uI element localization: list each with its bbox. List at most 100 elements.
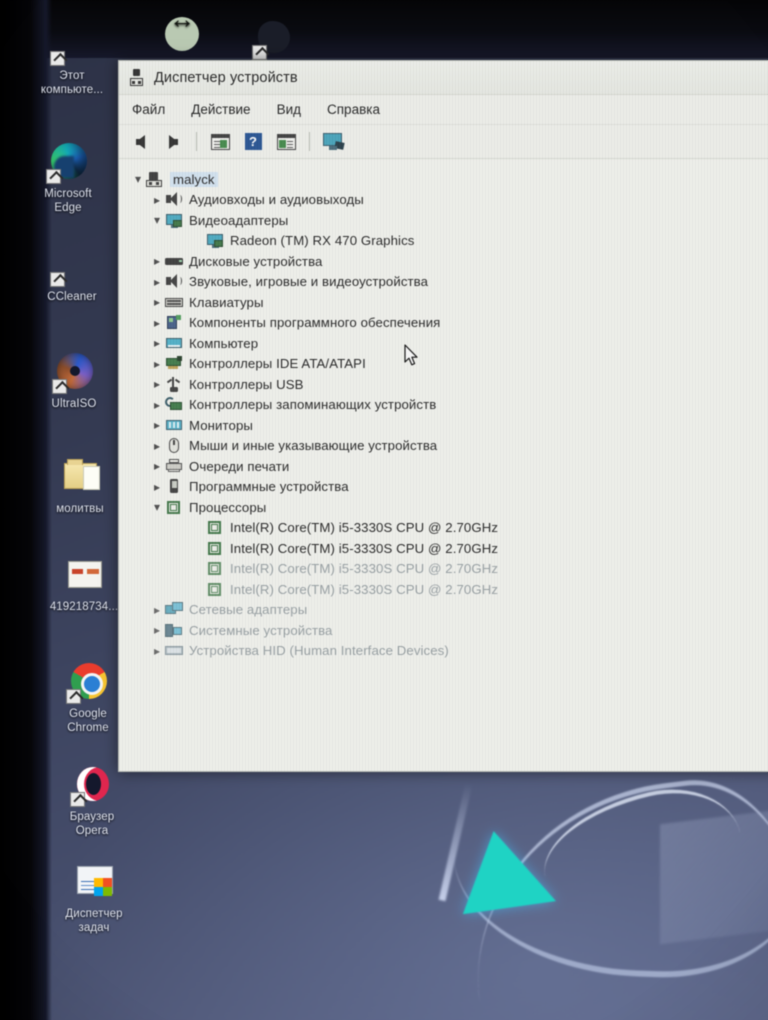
processor-icon [206,540,226,557]
toolbar: ? [119,125,768,159]
tree-item-label: Системные устройства [189,622,333,638]
chevron-right-icon[interactable]: ▸ [149,377,165,391]
software-component-icon [165,314,185,331]
tree-item[interactable]: Intel(R) Core(TM) i5-3330S CPU @ 2.70GHz [127,559,768,580]
properties-button[interactable] [207,130,233,154]
window-titlebar[interactable]: Диспетчер устройств [119,61,768,95]
top-blob-icon [252,16,296,60]
tree-item-label: malyck [170,171,218,187]
tree-item[interactable]: ▸ Мыши и иные указывающие устройства [127,436,768,457]
tree-item[interactable]: ▸ Сетевые адаптеры [127,600,768,621]
scan-hardware-button[interactable] [320,130,346,154]
device-manager-icon [128,69,145,86]
desktop-icon-image-file[interactable]: 419218734... [38,553,130,615]
tree-item-label: Программные устройства [189,479,349,495]
desktop-icon-molitvy-folder[interactable]: молитвы [34,455,126,517]
help-button[interactable]: ? [240,130,266,154]
desktop-icon-label: Microsoft Edge [44,188,92,214]
menu-item-help[interactable]: Справка [325,100,382,119]
chevron-down-icon[interactable]: ▾ [149,500,165,514]
tree-item-label: Контроллеры IDE ATA/ATAPI [189,356,366,372]
desktop-icon-label: 419218734... [49,601,119,613]
desktop-icon-ultraiso[interactable]: UltraISO [28,350,120,412]
tree-item-label: Дисковые устройства [189,253,323,269]
show-hidden-button[interactable] [273,130,299,154]
chevron-down-icon[interactable]: ▾ [149,213,165,227]
chevron-right-icon[interactable]: ▸ [149,480,165,494]
chevron-right-icon[interactable]: ▸ [149,603,165,617]
mouse-icon [165,437,185,454]
monitor-icon [165,417,185,434]
tree-item[interactable]: ▸ Очереди печати [127,456,768,477]
arrow-left-icon [135,134,145,149]
tree-item[interactable]: ▸ Системные устройства [127,620,768,641]
chevron-right-icon[interactable]: ▸ [149,193,165,207]
forward-button[interactable] [160,130,186,154]
tree-item-label: Intel(R) Core(TM) i5-3330S CPU @ 2.70GHz [230,540,499,556]
chevron-right-icon[interactable]: ▸ [149,459,165,473]
desktop-icon-this-pc[interactable]: Этот компьюте... [26,22,118,97]
chevron-right-icon[interactable]: ▸ [149,418,165,432]
desktop-icon-ccleaner[interactable]: CCleaner [26,243,118,305]
desktop-icon-opera-browser[interactable]: Браузер Opera [46,763,138,838]
tree-item[interactable]: ▸ Контроллеры IDE ATA/ATAPI [127,354,768,375]
task-manager-icon [72,860,116,904]
desktop-icon-top-sync[interactable] [136,12,228,60]
tree-item[interactable]: Intel(R) Core(TM) i5-3330S CPU @ 2.70GHz [127,518,768,539]
chevron-right-icon[interactable]: ▸ [149,357,165,371]
tree-item[interactable]: ▸ Дисковые устройства [127,251,768,272]
tree-item[interactable]: ▸ Контроллеры запоминающих устройств [127,395,768,416]
tree-item[interactable]: ▾ Процессоры [127,497,768,518]
tree-item-label: Контроллеры USB [189,376,304,392]
chevron-right-icon[interactable]: ▸ [149,439,165,453]
menu-item-file[interactable]: Файл [130,100,167,119]
tree-item[interactable]: Radeon (TM) RX 470 Graphics [127,231,768,252]
computer-icon [165,335,185,352]
device-tree-panel[interactable]: ▾ malyck ▸ Аудиовходы и аудиовыходы ▾ Видео… [119,160,768,771]
chevron-down-icon[interactable]: ▾ [130,172,146,186]
desktop-icon-microsoft-edge[interactable]: Microsoft Edge [22,140,114,215]
menu-item-action[interactable]: Действие [189,100,252,119]
chevron-right-icon[interactable]: ▸ [149,254,165,268]
chevron-right-icon[interactable]: ▸ [149,275,165,289]
chevron-right-icon[interactable]: ▸ [149,623,165,637]
tree-item-label: Intel(R) Core(TM) i5-3330S CPU @ 2.70GHz [230,581,499,597]
tree-item-malyck[interactable]: ▾ malyck [127,169,768,190]
tree-item[interactable]: ▸ Устройства HID (Human Interface Devices… [127,641,768,662]
tree-node-list: ▸ Аудиовходы и аудиовыходы ▾ Видеоадаптеры R… [127,190,768,662]
tree-item[interactable]: ▸ Программные устройства [127,477,768,498]
desktop-icon-task-manager[interactable]: Диспетчер задач [48,860,140,935]
chevron-right-icon[interactable]: ▸ [149,644,165,658]
tree-item[interactable]: ▸ Контроллеры USB [127,374,768,395]
tree-item[interactable]: ▸ Компьютер [127,333,768,354]
this-pc-icon [50,22,94,66]
chevron-right-icon[interactable]: ▸ [149,316,165,330]
chevron-right-icon[interactable]: ▸ [149,336,165,350]
tree-item[interactable]: ▸ Звуковые, игровые и видеоустройства [127,272,768,293]
device-manager-window[interactable]: Диспетчер устройств Файл Действие Вид Справ… [118,60,768,772]
properties-panel-icon [210,133,230,150]
menu-bar: Файл Действие Вид Справка [119,95,768,125]
tree-item-label: Аудиовходы и аудиовыходы [189,192,364,208]
tree-item[interactable]: ▸ Мониторы [127,415,768,436]
opera-browser-icon [70,763,114,807]
shortcut-arrow-icon [66,689,81,704]
shortcut-arrow-icon [252,45,267,60]
ccleaner-icon [50,243,94,287]
tree-item[interactable]: ▸ Компоненты программного обеспечения [127,313,768,334]
display-adapter-icon [165,212,185,229]
tree-item[interactable]: Intel(R) Core(TM) i5-3330S CPU @ 2.70GHz [127,579,768,600]
tree-item[interactable]: ▾ Видеоадаптеры [127,210,768,231]
desktop-icon-top-blob[interactable] [228,16,320,64]
tree-item-label: Клавиатуры [189,294,264,310]
shortcut-arrow-icon [46,169,61,184]
tree-item[interactable]: Intel(R) Core(TM) i5-3330S CPU @ 2.70GHz [127,538,768,559]
chevron-right-icon[interactable]: ▸ [149,398,165,412]
tree-item[interactable]: ▸ Аудиовходы и аудиовыходы [127,190,768,211]
tree-item[interactable]: ▸ Клавиатуры [127,292,768,313]
menu-item-view[interactable]: Вид [275,100,303,119]
screen-photo: Этоткомпьюте... MicrosoftEdge CCleaner Ultr… [0,0,768,1020]
image-file-icon [62,553,106,597]
back-button[interactable] [127,130,153,154]
chevron-right-icon[interactable]: ▸ [149,295,165,309]
